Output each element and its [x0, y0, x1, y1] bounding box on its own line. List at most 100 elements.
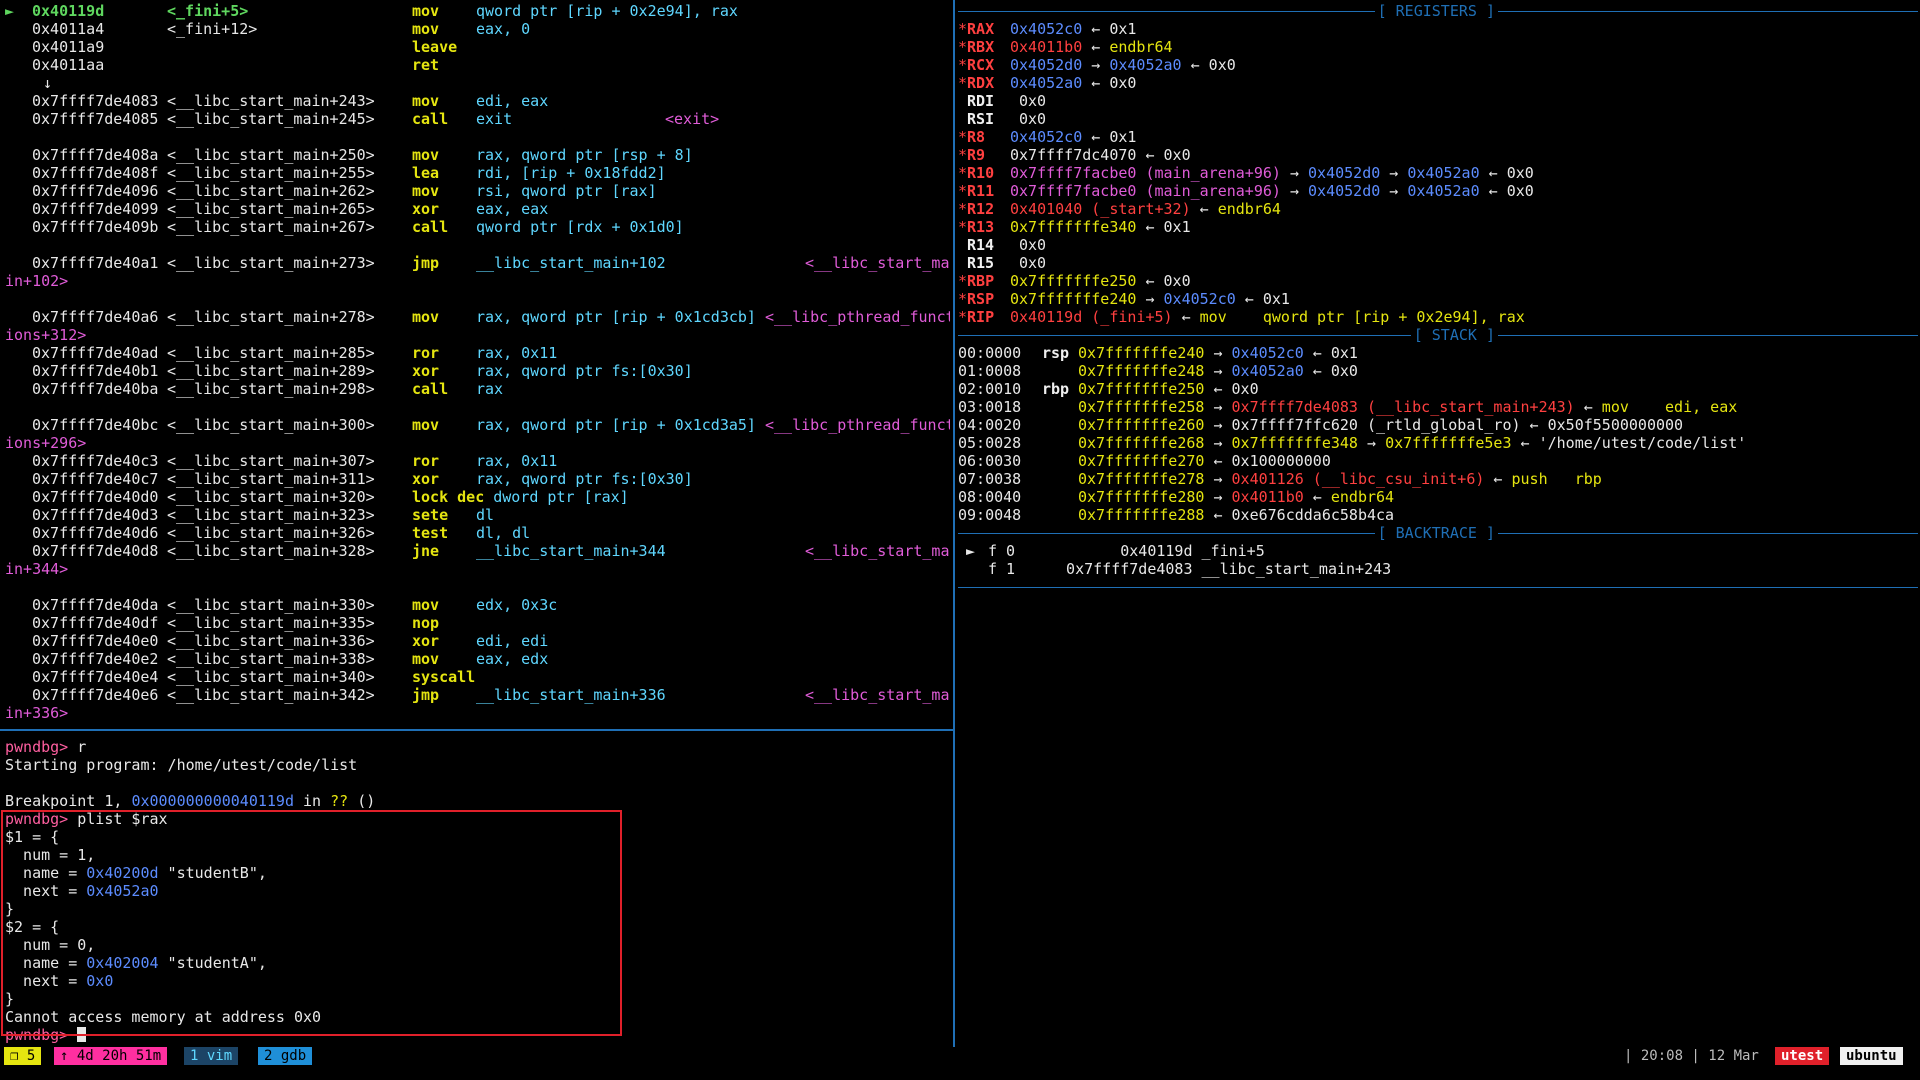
disasm-line[interactable]: 0x7ffff7de40d3 <__libc_start_main+323> set… [5, 506, 950, 524]
disasm-line[interactable]: 0x7ffff7de40ad <__libc_start_main+285> ror… [5, 344, 950, 362]
instruction-symbol: <_fini+5> [167, 2, 249, 20]
disassembly-pane[interactable]: ► 0x40119d <_fini+5> mov qword ptr [rip + 0x… [5, 2, 950, 720]
pane-divider-horizontal[interactable] [0, 729, 953, 731]
backtrace-header: [ BACKTRACE ] [958, 524, 1918, 542]
register-row[interactable]: *RCX 0x4052d0 → 0x4052a0 ← 0x0 [958, 56, 1918, 74]
disasm-line[interactable] [5, 290, 950, 308]
register-row[interactable]: *R11 0x7ffff7facbe0 (main_arena+96) → 0x4… [958, 182, 1918, 200]
value-fragment: ← 0x100000000 [1204, 452, 1331, 470]
disasm-line[interactable]: ions+296> [5, 434, 950, 452]
disasm-line[interactable] [5, 128, 950, 146]
value-fragment: 0x7fffffffe258 [1078, 398, 1205, 416]
disasm-line[interactable]: 0x7ffff7de40a1 <__libc_start_main+273> jmp… [5, 254, 950, 272]
disasm-line[interactable]: 0x7ffff7de40e0 <__libc_start_main+336> xor… [5, 632, 950, 650]
disasm-line[interactable]: 0x7ffff7de40e4 <__libc_start_main+340> sys… [5, 668, 950, 686]
disasm-line[interactable]: 0x7ffff7de40d8 <__libc_start_main+328> jne… [5, 542, 950, 560]
disasm-line[interactable]: 0x4011aa ret [5, 56, 950, 74]
disasm-line[interactable]: 0x7ffff7de40e6 <__libc_start_main+342> jmp… [5, 686, 950, 704]
register-row[interactable]: *RBP 0x7fffffffe250 ← 0x0 [958, 272, 1918, 290]
disasm-line[interactable]: 0x7ffff7de40a6 <__libc_start_main+278> mov… [5, 308, 950, 326]
disasm-line[interactable]: 0x7ffff7de4083 <__libc_start_main+243> mov… [5, 92, 950, 110]
register-row[interactable]: RSI 0x0 [958, 110, 1918, 128]
register-row[interactable]: *RAX 0x4052c0 ← 0x1 [958, 20, 1918, 38]
disasm-line[interactable] [5, 398, 950, 416]
window-tab-vim[interactable]: 1 vim [184, 1047, 239, 1065]
backtrace-row[interactable]: f 1 0x7ffff7de4083 __libc_start_main+243 [958, 560, 1918, 578]
modified-marker: * [958, 290, 968, 308]
stack-row[interactable]: 08:0040 0x7fffffffe280 → 0x4011b0 ← endbr… [958, 488, 1918, 506]
register-row[interactable]: R14 0x0 [958, 236, 1918, 254]
disasm-line[interactable]: 0x7ffff7de40c3 <__libc_start_main+307> ror… [5, 452, 950, 470]
disasm-line[interactable]: 0x7ffff7de408a <__libc_start_main+250> mov… [5, 146, 950, 164]
disasm-line[interactable]: 0x7ffff7de40b1 <__libc_start_main+289> xor… [5, 362, 950, 380]
disasm-line[interactable] [5, 236, 950, 254]
stack-row[interactable]: 00:0000 rsp 0x7fffffffe240 → 0x4052c0 ← 0x… [958, 344, 1918, 362]
disasm-line[interactable]: 0x7ffff7de409b <__libc_start_main+267> cal… [5, 218, 950, 236]
value-fragment: ← '/home/utest/code/list' [1511, 434, 1747, 452]
disasm-wrap-text: ions+312> [5, 326, 87, 344]
value-fragment: 0x4052a0 [1231, 362, 1304, 380]
register-name: *R10 [958, 164, 1010, 182]
register-row[interactable]: *RSP 0x7fffffffe240 → 0x4052c0 ← 0x1 [958, 290, 1918, 308]
stack-row[interactable]: 05:0028 0x7fffffffe268 → 0x7fffffffe348 →… [958, 434, 1918, 452]
disasm-line[interactable]: 0x7ffff7de4099 <__libc_start_main+265> xor… [5, 200, 950, 218]
instruction-symbol: <__libc_start_main+320> [167, 488, 375, 506]
clock: | 20:08 | 12 Mar [1618, 1047, 1765, 1065]
disasm-line[interactable]: 0x4011a4 <_fini+12> mov eax, 0 [5, 20, 950, 38]
disasm-line[interactable]: 0x7ffff7de40d0 <__libc_start_main+320> loc… [5, 488, 950, 506]
disasm-line[interactable]: 0x7ffff7de40da <__libc_start_main+330> mov… [5, 596, 950, 614]
disasm-line[interactable] [5, 578, 950, 596]
disasm-line[interactable]: ions+312> [5, 326, 950, 344]
disasm-line[interactable]: 0x7ffff7de408f <__libc_start_main+255> lea… [5, 164, 950, 182]
disasm-line[interactable]: 0x7ffff7de40d6 <__libc_start_main+326> tes… [5, 524, 950, 542]
disasm-line[interactable]: 0x7ffff7de4085 <__libc_start_main+245> cal… [5, 110, 950, 128]
disasm-line[interactable]: 0x4011a9 leave [5, 38, 950, 56]
console-line: Breakpoint 1, 0x000000000040119d in ?? (… [5, 792, 950, 810]
value-fragment: 0x4052c0 [1163, 290, 1236, 308]
value-fragment: 0x4052d0 [1308, 164, 1381, 182]
instruction-operands: edx, 0x3c [476, 596, 558, 614]
value-fragment: ← 0x1 [1082, 20, 1137, 38]
stack-row[interactable]: 09:0048 0x7fffffffe288 ← 0xe676cdda6c58b4… [958, 506, 1918, 524]
disasm-line[interactable]: 0x7ffff7de40ba <__libc_start_main+298> cal… [5, 380, 950, 398]
register-row[interactable]: *R10 0x7ffff7facbe0 (main_arena+96) → 0x4… [958, 164, 1918, 182]
disasm-line[interactable]: in+336> [5, 704, 950, 720]
console-text: () [348, 792, 376, 810]
disasm-line[interactable]: 0x7ffff7de40e2 <__libc_start_main+338> mov… [5, 650, 950, 668]
instruction-address: 0x7ffff7de40c7 [32, 470, 159, 488]
stack-row[interactable]: 04:0020 0x7fffffffe260 → 0x7ffff7ffc620 (… [958, 416, 1918, 434]
register-row[interactable]: *RIP 0x40119d (_fini+5) ← mov qword ptr [… [958, 308, 1918, 326]
register-row[interactable]: R15 0x0 [958, 254, 1918, 272]
disasm-line[interactable]: 0x7ffff7de40c7 <__libc_start_main+311> xor… [5, 470, 950, 488]
register-row[interactable]: *R8 0x4052c0 ← 0x1 [958, 128, 1918, 146]
stack-row[interactable]: 02:0010 rbp 0x7fffffffe250 ← 0x0 [958, 380, 1918, 398]
stack-row[interactable]: 06:0030 0x7fffffffe270 ← 0x100000000 [958, 452, 1918, 470]
backtrace-row[interactable]: ► f 0 0x40119d _fini+5 [958, 542, 1918, 560]
register-row[interactable]: *R13 0x7fffffffe340 ← 0x1 [958, 218, 1918, 236]
register-row[interactable]: *R12 0x401040 (_start+32) ← endbr64 [958, 200, 1918, 218]
register-label: RAX [967, 20, 995, 38]
pane-divider-vertical[interactable] [953, 0, 955, 1048]
window-tab-gdb[interactable]: 2 gdb [258, 1047, 313, 1065]
register-row[interactable]: *R9 0x7ffff7dc4070 ← 0x0 [958, 146, 1918, 164]
disasm-line[interactable]: 0x7ffff7de40df <__libc_start_main+335> nop [5, 614, 950, 632]
context-pane[interactable]: [ REGISTERS ] *RAX 0x4052c0 ← 0x1 *RBX 0x401… [958, 2, 1918, 602]
stack-row[interactable]: 01:0008 0x7fffffffe248 → 0x4052a0 ← 0x0 [958, 362, 1918, 380]
instruction-mnemonic: xor [412, 632, 440, 650]
register-row[interactable]: *RDX 0x4052a0 ← 0x0 [958, 74, 1918, 92]
disasm-line[interactable]: 0x7ffff7de40bc <__libc_start_main+300> mov… [5, 416, 950, 434]
disasm-line[interactable]: in+102> [5, 272, 950, 290]
stack-row[interactable]: 03:0018 0x7fffffffe258 → 0x7ffff7de4083 (… [958, 398, 1918, 416]
instruction-operands: __libc_start_main+344 [476, 542, 666, 560]
disasm-line[interactable]: in+344> [5, 560, 950, 578]
disasm-line[interactable]: ► 0x40119d <_fini+5> mov qword ptr [rip + 0x… [5, 2, 950, 20]
disasm-line[interactable]: 0x7ffff7de4096 <__libc_start_main+262> mov… [5, 182, 950, 200]
instruction-operands: rax, qword ptr [rip + 0x1cd3cb] [476, 308, 756, 326]
register-row[interactable]: *RBX 0x4011b0 ← endbr64 [958, 38, 1918, 56]
session-indicator[interactable]: ❐ 5 [4, 1047, 42, 1065]
instruction-symbol: <__libc_start_main+300> [167, 416, 375, 434]
register-row[interactable]: RDI 0x0 [958, 92, 1918, 110]
disasm-line[interactable]: ↓ [5, 74, 950, 92]
stack-row[interactable]: 07:0038 0x7fffffffe278 → 0x401126 (__libc… [958, 470, 1918, 488]
